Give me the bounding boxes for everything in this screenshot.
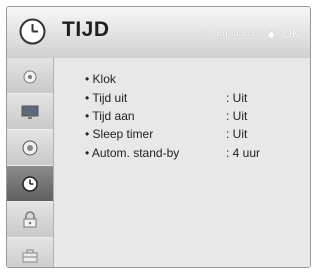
- page-title: TIJD: [62, 18, 110, 41]
- clock-icon: [19, 18, 46, 45]
- navigation-hint: ⟡ Verplaatsen ◉ OK: [199, 26, 300, 41]
- sidebar-item-options[interactable]: [7, 238, 53, 267]
- menu-item-label: • Klok: [85, 72, 116, 86]
- menu-item-value: : Uit: [226, 109, 248, 123]
- hint-move-label: Verplaatsen: [210, 28, 264, 39]
- menu-item-label: • Autom. stand-by: [85, 146, 180, 160]
- sidebar-item-picture[interactable]: [7, 94, 53, 130]
- category-sidebar: [7, 58, 54, 267]
- menu-item-label: • Tijd aan: [85, 109, 135, 123]
- menu-item-value: : 4 uur: [226, 146, 261, 160]
- arrows-icon: ⟡: [199, 26, 208, 40]
- sidebar-item-lock[interactable]: [7, 202, 53, 238]
- sidebar-item-channels[interactable]: [7, 58, 53, 94]
- menu-item-label: • Sleep timer: [85, 127, 154, 141]
- ok-button-icon: ◉: [266, 26, 277, 41]
- monitor-icon: [21, 105, 39, 119]
- hint-ok-label: OK: [282, 26, 300, 41]
- menu-item-label: • Tijd uit: [85, 91, 128, 105]
- menu-header: TIJD ⟡ Verplaatsen ◉ OK: [7, 7, 310, 59]
- sidebar-item-audio[interactable]: [7, 130, 53, 166]
- menu-item-value: : Uit: [226, 91, 248, 105]
- clock-icon: [22, 175, 38, 192]
- sidebar-item-time[interactable]: [7, 166, 53, 202]
- satellite-dish-icon: [23, 70, 37, 83]
- lock-icon: [23, 210, 37, 227]
- menu-item-value: : Uit: [226, 127, 248, 141]
- toolbox-icon: [22, 249, 38, 262]
- speaker-icon: [22, 140, 38, 155]
- menu-content: • Klok • Tijd uit : Uit • Tijd aan : Uit…: [54, 58, 310, 267]
- settings-window: TIJD ⟡ Verplaatsen ◉ OK • Klok • Tijd ui…: [6, 6, 311, 268]
